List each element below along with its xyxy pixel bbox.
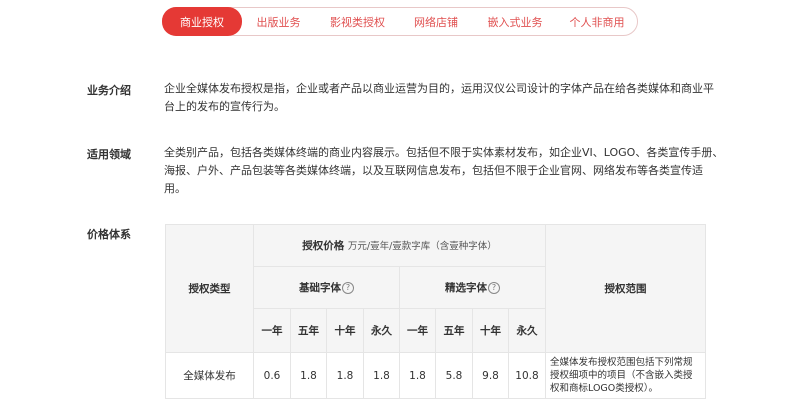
tab-personal[interactable]: 个人非商用: [558, 8, 636, 35]
type-header: 授权类型: [165, 224, 254, 353]
period-premium-10: 十年: [472, 308, 509, 353]
page: 商业授权 出版业务 影视类授权 网络店铺 嵌入式业务 个人非商用 业务介绍 企业…: [0, 0, 808, 406]
price-cell: 1.8: [290, 352, 327, 399]
intro-text: 企业全媒体发布授权是指，企业或者产品以商业运营为目的，运用汉仪公司设计的字体产品…: [164, 82, 714, 113]
period-premium-1: 一年: [399, 308, 436, 353]
range-header: 授权范围: [545, 224, 706, 353]
period-premium-5: 五年: [435, 308, 473, 353]
tab-publishing[interactable]: 出版业务: [242, 8, 315, 35]
premium-header: 精选字体: [445, 282, 487, 294]
intro-label: 业务介绍: [87, 84, 131, 97]
price-cell: 5.8: [435, 352, 473, 399]
period-basic-perm: 永久: [363, 308, 400, 353]
pricing-table: 授权类型 授权价格 万元/壹年/壹款字库（含壹种字体） 授权范围 基础字体? 精…: [165, 224, 706, 399]
price-header-cell: 授权价格 万元/壹年/壹款字库（含壹种字体）: [253, 224, 546, 267]
row-type: 全媒体发布: [165, 352, 254, 399]
scope-label: 适用领域: [87, 148, 131, 161]
basic-header-cell: 基础字体?: [253, 266, 400, 309]
pricing-label: 价格体系: [87, 228, 131, 241]
scope-text: 全类别产品，包括各类媒体终端的商业内容展示。包括但不限于实体素材发布，如企业VI…: [164, 146, 724, 195]
tab-film[interactable]: 影视类授权: [315, 8, 400, 35]
tab-online-store[interactable]: 网络店铺: [400, 8, 472, 35]
price-cell: 0.6: [253, 352, 291, 399]
basic-header: 基础字体: [299, 282, 341, 294]
price-cell: 9.8: [472, 352, 509, 399]
help-icon[interactable]: ?: [342, 282, 354, 294]
price-cell: 1.8: [399, 352, 436, 399]
price-cell: 10.8: [508, 352, 546, 399]
tab-commercial[interactable]: 商业授权: [162, 7, 242, 36]
premium-header-cell: 精选字体?: [399, 266, 546, 309]
period-basic-5: 五年: [290, 308, 327, 353]
period-basic-1: 一年: [253, 308, 291, 353]
help-icon[interactable]: ?: [488, 282, 500, 294]
row-range: 全媒体发布授权范围包括下列常规授权细项中的项目（不含嵌入类授权和商标LOGO类授…: [545, 352, 706, 399]
business-tabs: 商业授权 出版业务 影视类授权 网络店铺 嵌入式业务 个人非商用: [162, 7, 638, 36]
period-basic-10: 十年: [326, 308, 364, 353]
price-note: 万元/壹年/壹款字库（含壹种字体）: [347, 241, 497, 252]
price-header: 授权价格: [302, 240, 345, 252]
price-cell: 1.8: [326, 352, 364, 399]
table-row: 全媒体发布 0.6 1.8 1.8 1.8 1.8 5.8 9.8 10.8 全…: [165, 352, 706, 399]
tab-embedded[interactable]: 嵌入式业务: [472, 8, 558, 35]
price-cell: 1.8: [363, 352, 400, 399]
period-premium-perm: 永久: [508, 308, 546, 353]
